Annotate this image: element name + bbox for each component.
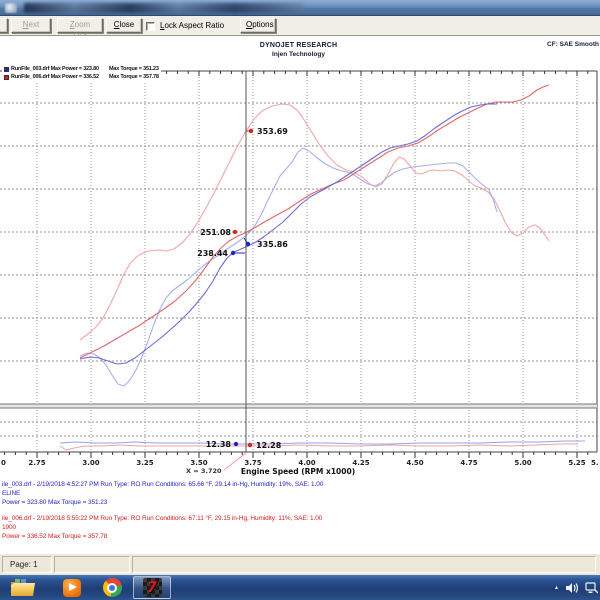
run-info-line: ELINE xyxy=(2,489,598,498)
x-tick-label: 4.75 xyxy=(460,459,477,467)
x-tick-label: 3.75 xyxy=(244,459,261,467)
explorer-taskbar-button[interactable] xyxy=(8,577,38,598)
curve-runfile-006-torque-red xyxy=(80,104,549,340)
chart-legend: RunFile_003.drf Max Power = 323.80 Max T… xyxy=(2,64,161,82)
run-info: ile_003.drf - 2/19/2018 4:52:27 PM Run T… xyxy=(2,480,598,541)
legend-torque: Max Torque = 351.23 xyxy=(109,66,159,72)
callout-dot xyxy=(234,442,238,446)
curve-runfile-003-power-blue xyxy=(80,104,497,364)
callout-dot xyxy=(233,230,237,234)
x-tick-label: 3.25 xyxy=(136,459,153,467)
lock-aspect-ratio-label[interactable]: Lock Aspect Ratio xyxy=(160,21,224,30)
options-button[interactable]: Options xyxy=(240,18,276,33)
chrome-taskbar-button[interactable] xyxy=(97,577,127,598)
callout-value: 238.44 xyxy=(197,249,228,258)
legend-torque: Max Torque = 357.78 xyxy=(109,74,159,80)
x-tick-label: 4.00 xyxy=(298,459,315,467)
callout-dot xyxy=(246,242,250,246)
system-tray: ▴ xyxy=(555,575,598,600)
zoom-out-button[interactable]: Zoom Out xyxy=(57,18,103,33)
run-info-line: Power = 336.52 Max Torque = 357.78 xyxy=(2,532,598,541)
x-tick-label: 4.50 xyxy=(406,459,423,467)
status-cell xyxy=(54,556,130,573)
x-tick-label: 5.25 xyxy=(568,459,585,467)
run-info-line: ile_003.drf - 2/19/2018 4:52:27 PM Run T… xyxy=(2,480,598,489)
run-info-line: Power = 323.80 Max Torque = 351.23 xyxy=(2,498,598,507)
winpep-icon: 7 xyxy=(143,578,162,597)
legend-label: RunFile_003.drf Max Power = 323.80 xyxy=(11,66,109,72)
legend-label: RunFile_006.drf Max Power = 336.52 xyxy=(11,74,109,80)
network-icon[interactable] xyxy=(585,582,598,594)
legend-row: RunFile_003.drf Max Power = 323.80 Max T… xyxy=(4,65,159,73)
winpep-taskbar-button-active[interactable]: 7 xyxy=(133,576,171,599)
callout-value: 335.86 xyxy=(257,240,288,249)
callout-value: 12.28 xyxy=(256,441,282,450)
next-button[interactable]: Next xyxy=(11,18,51,33)
close-button[interactable]: Close xyxy=(106,18,142,33)
lock-aspect-ratio-checkbox[interactable] xyxy=(146,22,155,31)
x-tick-label-partial: 5. xyxy=(591,459,599,467)
run-info-line: ile_006.drf - 2/19/2018 5:55:22 PM Run T… xyxy=(2,514,598,523)
page-indicator: Page: 1 xyxy=(10,560,38,569)
x-tick-label: 4.25 xyxy=(352,459,369,467)
x-tick-label: 2.75 xyxy=(28,459,45,467)
prev-button-partial[interactable] xyxy=(0,18,8,33)
curve-runfile-003-afr-blue xyxy=(60,441,585,444)
media-player-icon xyxy=(63,579,81,597)
x-tick-label: 5.00 xyxy=(514,459,531,467)
callout-value: 251.08 xyxy=(200,228,231,237)
x-tick-label: 3.50 xyxy=(190,459,207,467)
callout-value: 12.38 xyxy=(206,440,232,449)
window-title-redacted xyxy=(24,3,304,13)
curve-runfile-006-afr-red xyxy=(60,444,578,450)
curve-runfile-003-torque-blue xyxy=(80,148,497,386)
callout-value: 353.69 xyxy=(257,127,288,136)
tray-expand-icon[interactable]: ▴ xyxy=(555,584,558,591)
chart-divider xyxy=(0,404,597,408)
chart-page: DYNOJET RESEARCH Injen Technology CF: SA… xyxy=(0,36,600,553)
volume-icon[interactable] xyxy=(565,582,578,594)
status-bar: Page: 1 xyxy=(0,553,600,575)
toolbar: Next Zoom Out Close Lock Aspect Ratio Op… xyxy=(0,16,600,36)
x-axis-title: Engine Speed (RPM x1000) xyxy=(241,467,355,476)
callout-dot xyxy=(248,443,252,447)
media-player-taskbar-button[interactable] xyxy=(57,577,87,598)
legend-swatch-red xyxy=(4,75,9,80)
callout-dot xyxy=(249,129,253,133)
x-tick-label: 3.00 xyxy=(82,459,99,467)
legend-swatch-blue xyxy=(4,67,9,72)
callout-dot xyxy=(231,251,235,255)
chrome-icon xyxy=(103,578,122,597)
folder-icon xyxy=(9,578,37,598)
status-cell xyxy=(132,556,596,573)
app-icon xyxy=(5,3,17,13)
dyno-chart[interactable]: 353.69 251.08 335.86 238.44 12.38 12.28 2.75 3.… xyxy=(0,36,600,481)
taskbar: 7 ▴ xyxy=(0,575,600,600)
legend-row: RunFile_006.drf Max Power = 336.52 Max T… xyxy=(4,73,159,81)
x-tick-label-partial: 0 xyxy=(1,459,6,467)
curve-runfile-006-power-red xyxy=(80,85,549,358)
run-info-line: 1900 xyxy=(2,523,598,532)
cursor-x-readout: X = 3.720 xyxy=(186,467,222,475)
window-titlebar[interactable] xyxy=(0,0,600,16)
